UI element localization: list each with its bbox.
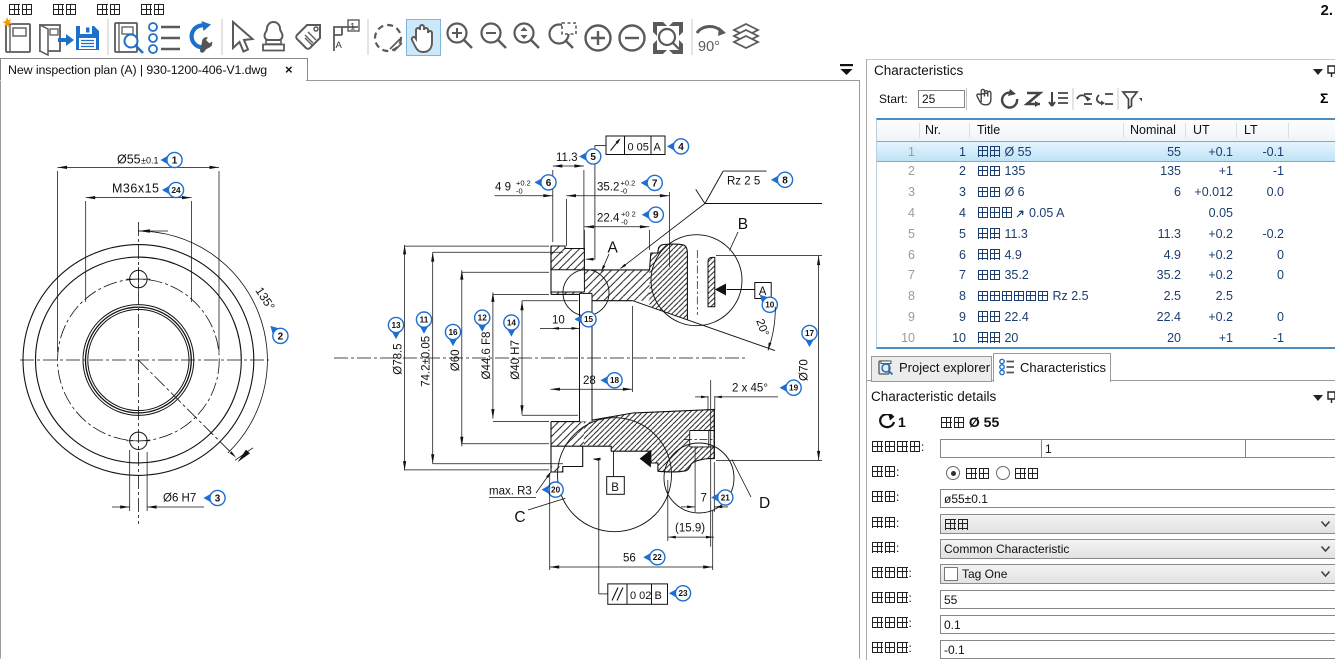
- svg-text:4: 4: [678, 142, 684, 153]
- svg-text:(15.9): (15.9): [675, 523, 705, 535]
- svg-text:23: 23: [678, 589, 688, 598]
- svg-text:74.2±0.05: 74.2±0.05: [421, 336, 433, 387]
- svg-text:3: 3: [215, 494, 221, 505]
- svg-text:35.2: 35.2: [597, 181, 619, 193]
- svg-text:B: B: [738, 216, 748, 233]
- svg-text:A: A: [608, 240, 619, 257]
- svg-text:A: A: [654, 142, 662, 154]
- svg-text:10: 10: [765, 301, 775, 310]
- svg-text:Ø70: Ø70: [799, 359, 811, 381]
- svg-text:D: D: [759, 495, 770, 512]
- svg-text:1: 1: [172, 156, 178, 167]
- svg-text:19: 19: [789, 384, 799, 393]
- svg-text:22: 22: [653, 553, 663, 562]
- svg-text:B: B: [611, 482, 619, 494]
- svg-text:7: 7: [652, 178, 658, 189]
- svg-text:Ø44.6 F8: Ø44.6 F8: [481, 332, 493, 380]
- svg-text:Ø40 H7: Ø40 H7: [510, 340, 522, 380]
- svg-text:9: 9: [653, 210, 659, 221]
- svg-text:6: 6: [546, 178, 552, 189]
- svg-text:M36x15: M36x15: [112, 181, 159, 195]
- svg-text:56: 56: [623, 553, 636, 565]
- svg-text:22.4: 22.4: [597, 213, 620, 225]
- svg-text:11: 11: [420, 315, 429, 324]
- svg-text:13: 13: [391, 321, 401, 330]
- svg-text:20: 20: [551, 485, 561, 494]
- svg-text:1: 1: [350, 22, 355, 33]
- svg-text:Ø55: Ø55: [117, 153, 141, 167]
- svg-text:7: 7: [701, 493, 707, 505]
- svg-text:14: 14: [507, 318, 517, 327]
- svg-text:28: 28: [583, 375, 596, 387]
- svg-text:Ø60: Ø60: [450, 349, 462, 371]
- svg-text:Rz 2 5: Rz 2 5: [727, 176, 760, 188]
- svg-text:4 9: 4 9: [495, 181, 511, 193]
- svg-text:2: 2: [278, 331, 284, 342]
- svg-text:17: 17: [805, 329, 815, 338]
- svg-text:A: A: [336, 40, 343, 51]
- svg-text:2 x 45°: 2 x 45°: [732, 383, 768, 395]
- svg-text:16: 16: [448, 328, 458, 337]
- svg-text:8: 8: [782, 175, 788, 186]
- svg-text:±0.1: ±0.1: [141, 156, 158, 166]
- svg-text:B: B: [655, 590, 662, 602]
- svg-text:C: C: [514, 509, 525, 526]
- svg-text:90°: 90°: [698, 39, 720, 55]
- svg-text:21: 21: [721, 493, 731, 502]
- svg-text:12: 12: [478, 314, 488, 323]
- svg-text:-0: -0: [516, 187, 523, 196]
- svg-text:24: 24: [171, 186, 181, 195]
- svg-text:-0: -0: [621, 218, 628, 227]
- svg-text:5: 5: [590, 152, 596, 163]
- svg-text:0 05: 0 05: [628, 142, 649, 154]
- svg-text:-0: -0: [621, 187, 628, 196]
- svg-text:Ø78.5: Ø78.5: [393, 343, 405, 374]
- svg-text:15: 15: [584, 315, 594, 324]
- svg-text:0 02: 0 02: [630, 590, 651, 602]
- svg-text:max. R3: max. R3: [489, 486, 532, 498]
- svg-text:11.3: 11.3: [556, 152, 578, 164]
- svg-text:18: 18: [610, 376, 620, 385]
- svg-text:10: 10: [552, 314, 565, 326]
- svg-text:Ø6 H7: Ø6 H7: [163, 493, 196, 505]
